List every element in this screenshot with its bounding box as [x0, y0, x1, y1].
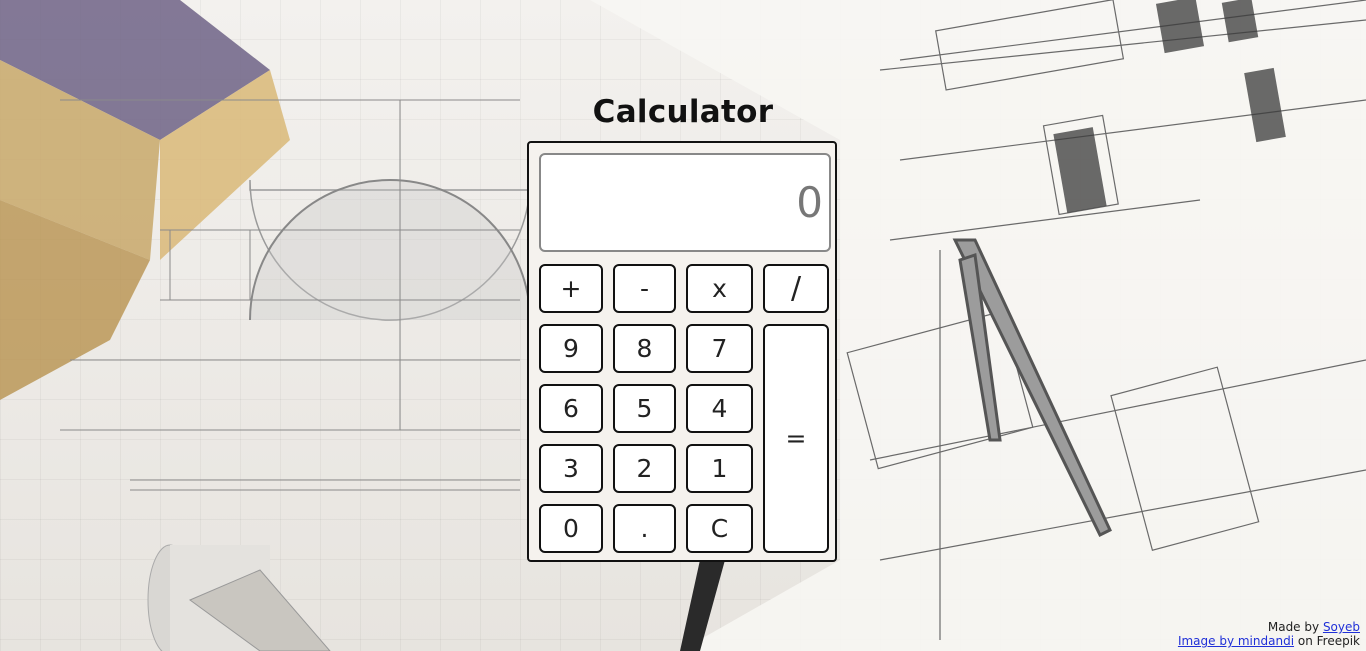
made-by-credit: Made by Soyeb — [1268, 620, 1360, 634]
clear-button[interactable]: C — [686, 504, 753, 553]
digit-8-button[interactable]: 8 — [613, 324, 676, 373]
digit-6-button[interactable]: 6 — [539, 384, 603, 433]
page-title: Calculator — [592, 94, 774, 130]
image-source-text: on Freepik — [1297, 634, 1360, 648]
calculator-display: 0 — [539, 153, 831, 252]
image-attribution-link[interactable]: Image by mindandi — [1178, 634, 1294, 648]
decimal-button[interactable]: . — [613, 504, 676, 553]
plus-button[interactable]: + — [539, 264, 603, 313]
equals-button[interactable]: = — [763, 324, 829, 553]
digit-3-button[interactable]: 3 — [539, 444, 603, 493]
digit-5-button[interactable]: 5 — [613, 384, 676, 433]
calculator: 0 + - x / 9 8 7 6 5 4 3 2 1 0 . C = — [527, 141, 837, 562]
author-link[interactable]: Soyeb — [1323, 620, 1360, 634]
made-by-text: Made by — [1267, 620, 1320, 634]
digit-0-button[interactable]: 0 — [539, 504, 603, 553]
digit-4-button[interactable]: 4 — [686, 384, 753, 433]
digit-1-button[interactable]: 1 — [686, 444, 753, 493]
digit-9-button[interactable]: 9 — [539, 324, 603, 373]
image-credit: Image by mindandi on Freepik — [1178, 634, 1360, 648]
multiply-button[interactable]: x — [686, 264, 753, 313]
minus-button[interactable]: - — [613, 264, 676, 313]
digit-2-button[interactable]: 2 — [613, 444, 676, 493]
divide-button[interactable]: / — [763, 264, 829, 313]
digit-7-button[interactable]: 7 — [686, 324, 753, 373]
